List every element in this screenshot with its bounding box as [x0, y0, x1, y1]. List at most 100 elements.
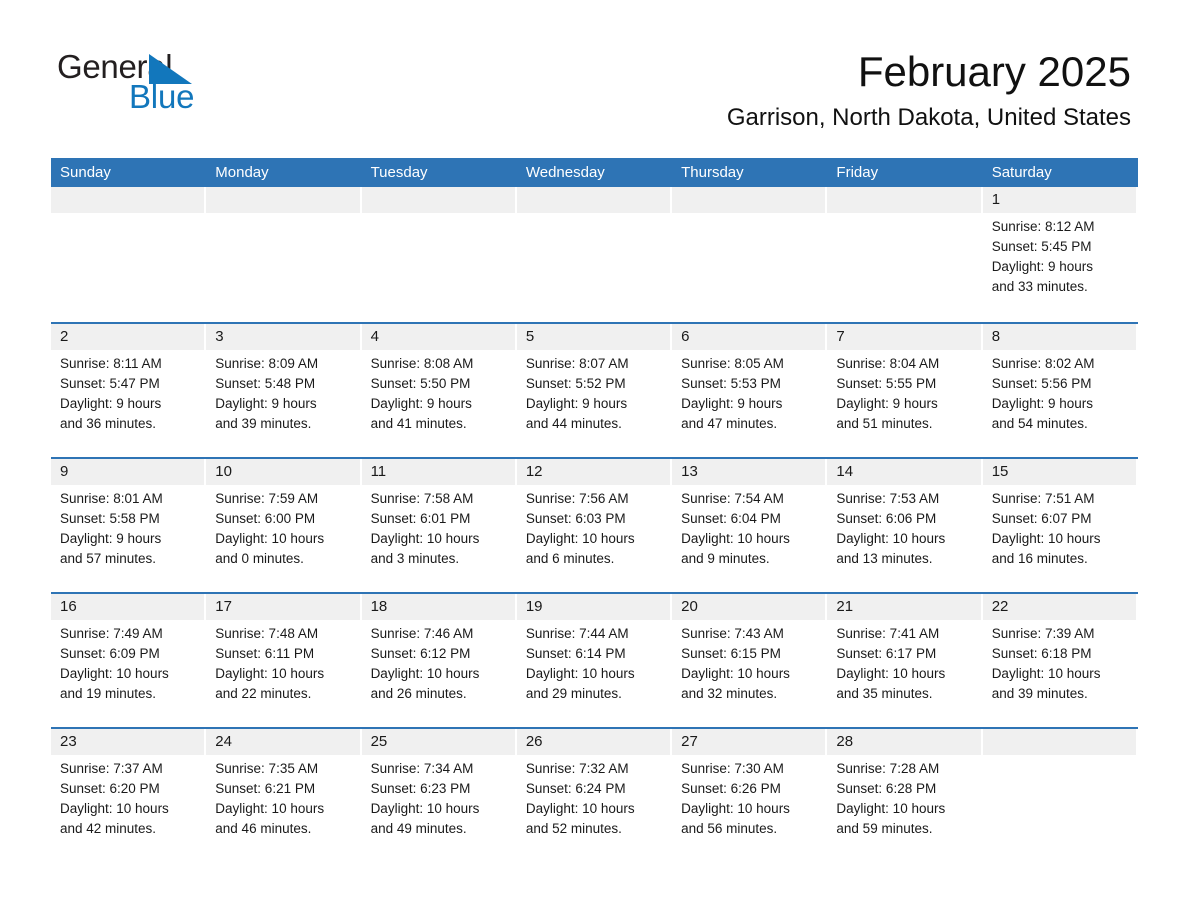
- calendar-day-cell[interactable]: 5 Sunrise: 8:07 AM Sunset: 5:52 PM Daylight…: [516, 324, 673, 457]
- day-number-band: [672, 187, 826, 213]
- day-number-band: [982, 729, 1136, 755]
- calendar-day-cell[interactable]: 18 Sunrise: 7:46 AM Sunset: 6:12 PM Dayligh…: [361, 594, 517, 727]
- calendar-day-cell[interactable]: 1 Sunrise: 8:12 AM Sunset: 5:45 PM Daylight…: [982, 187, 1138, 322]
- calendar-day-cell[interactable]: 2 Sunrise: 8:11 AM Sunset: 5:47 PM Daylight…: [51, 324, 207, 457]
- daylight-text-line1: Daylight: 10 hours: [836, 666, 946, 681]
- calendar-day-cell[interactable]: 11 Sunrise: 7:58 AM Sunset: 6:01 PM Dayligh…: [361, 459, 517, 592]
- day-sun-info: Sunrise: 7:49 AM Sunset: 6:09 PM Daylight:…: [51, 620, 206, 704]
- sunrise-text: Sunrise: 8:07 AM: [525, 356, 629, 371]
- sunset-text: Sunset: 6:04 PM: [681, 511, 781, 526]
- calendar-day-cell-empty: [982, 729, 1138, 862]
- calendar-day-cell[interactable]: 20 Sunrise: 7:43 AM Sunset: 6:15 PM Dayligh…: [672, 594, 828, 727]
- daylight-text-line2: and 59 minutes.: [836, 821, 933, 836]
- calendar-day-cell[interactable]: 13 Sunrise: 7:54 AM Sunset: 6:04 PM Dayligh…: [672, 459, 828, 592]
- day-number-band: 17: [206, 594, 360, 620]
- sunrise-text: Sunrise: 8:09 AM: [215, 356, 319, 371]
- calendar-day-cell[interactable]: 4 Sunrise: 8:08 AM Sunset: 5:50 PM Daylight…: [361, 324, 517, 457]
- day-sun-info: Sunrise: 8:01 AM Sunset: 5:58 PM Daylight:…: [51, 485, 206, 569]
- calendar-day-cell[interactable]: 19 Sunrise: 7:44 AM Sunset: 6:14 PM Dayligh…: [516, 594, 673, 727]
- calendar-day-cell[interactable]: 3 Sunrise: 8:09 AM Sunset: 5:48 PM Daylight…: [206, 324, 362, 457]
- daylight-text-line2: and 16 minutes.: [991, 551, 1088, 566]
- sunrise-text: Sunrise: 7:56 AM: [525, 491, 629, 506]
- day-number: 3: [215, 328, 224, 345]
- daylight-text-line1: Daylight: 9 hours: [991, 396, 1093, 411]
- title-block: February 2025 Garrison, North Dakota, Un…: [727, 48, 1131, 132]
- daylight-text-line1: Daylight: 10 hours: [370, 531, 480, 546]
- daylight-text-line2: and 26 minutes.: [370, 686, 467, 701]
- sunset-text: Sunset: 6:11 PM: [215, 646, 315, 661]
- page-title: February 2025: [857, 48, 1131, 95]
- day-sun-info: Sunrise: 7:58 AM Sunset: 6:01 PM Daylight:…: [362, 485, 517, 569]
- day-number-band: 26: [516, 729, 671, 755]
- sunrise-text: Sunrise: 7:43 AM: [681, 626, 784, 641]
- sunrise-text: Sunrise: 7:32 AM: [525, 761, 629, 776]
- daylight-text-line1: Daylight: 9 hours: [370, 396, 472, 411]
- day-sun-info: Sunrise: 8:11 AM Sunset: 5:47 PM Daylight:…: [51, 350, 206, 434]
- calendar-day-cell[interactable]: 23 Sunrise: 7:37 AM Sunset: 6:20 PM Dayligh…: [51, 729, 207, 862]
- calendar-day-cell[interactable]: 12 Sunrise: 7:56 AM Sunset: 6:03 PM Dayligh…: [516, 459, 673, 592]
- daylight-text-line2: and 32 minutes.: [681, 686, 778, 701]
- daylight-text-line2: and 51 minutes.: [836, 416, 933, 431]
- sunset-text: Sunset: 6:14 PM: [525, 646, 626, 661]
- calendar-day-cell[interactable]: 14 Sunrise: 7:53 AM Sunset: 6:06 PM Dayligh…: [827, 459, 983, 592]
- calendar-day-cell[interactable]: 7 Sunrise: 8:04 AM Sunset: 5:55 PM Daylight…: [827, 324, 983, 457]
- daylight-text-line1: Daylight: 10 hours: [681, 666, 790, 681]
- sunrise-text: Sunrise: 8:05 AM: [681, 356, 784, 371]
- daylight-text-line2: and 0 minutes.: [215, 551, 304, 566]
- day-number-band: [516, 187, 671, 213]
- daylight-text-line1: Daylight: 10 hours: [525, 666, 635, 681]
- day-sun-info: Sunrise: 7:32 AM Sunset: 6:24 PM Daylight:…: [517, 755, 672, 839]
- sunset-text: Sunset: 6:26 PM: [681, 781, 781, 796]
- daylight-text-line1: Daylight: 9 hours: [60, 531, 162, 546]
- calendar-day-cell[interactable]: 6 Sunrise: 8:05 AM Sunset: 5:53 PM Daylight…: [672, 324, 828, 457]
- calendar-day-cell[interactable]: 25 Sunrise: 7:34 AM Sunset: 6:23 PM Dayligh…: [361, 729, 517, 862]
- calendar-day-cell[interactable]: 26 Sunrise: 7:32 AM Sunset: 6:24 PM Dayligh…: [516, 729, 673, 862]
- calendar-day-cell[interactable]: 8 Sunrise: 8:02 AM Sunset: 5:56 PM Daylight…: [982, 324, 1138, 457]
- sunset-text: Sunset: 6:06 PM: [836, 511, 937, 526]
- day-number-band: 3: [206, 324, 360, 350]
- day-number-band: 19: [516, 594, 671, 620]
- daylight-text-line2: and 41 minutes.: [370, 416, 467, 431]
- daylight-text-line2: and 33 minutes.: [991, 279, 1088, 294]
- calendar-day-cell[interactable]: 15 Sunrise: 7:51 AM Sunset: 6:07 PM Dayligh…: [982, 459, 1138, 592]
- day-number-band: 14: [827, 459, 981, 485]
- day-number-band: 16: [51, 594, 205, 620]
- calendar-day-cell[interactable]: 27 Sunrise: 7:30 AM Sunset: 6:26 PM Dayligh…: [672, 729, 828, 862]
- weekday-header-saturday: Saturday: [991, 164, 1052, 181]
- calendar-day-cell[interactable]: 21 Sunrise: 7:41 AM Sunset: 6:17 PM Dayligh…: [827, 594, 983, 727]
- daylight-text-line1: Daylight: 9 hours: [215, 396, 317, 411]
- day-number: 11: [370, 463, 387, 480]
- day-number: 17: [215, 598, 232, 615]
- calendar-day-cell-empty: [516, 187, 673, 322]
- calendar-day-cell[interactable]: 10 Sunrise: 7:59 AM Sunset: 6:00 PM Dayligh…: [206, 459, 362, 592]
- daylight-text-line2: and 29 minutes.: [525, 686, 622, 701]
- day-number-band: 9: [51, 459, 205, 485]
- daylight-text-line2: and 54 minutes.: [991, 416, 1088, 431]
- sunset-text: Sunset: 6:03 PM: [525, 511, 626, 526]
- weekday-header-friday: Friday: [836, 164, 879, 181]
- sunset-text: Sunset: 5:56 PM: [991, 376, 1092, 391]
- general-blue-logo: General Blue: [57, 50, 287, 120]
- calendar-day-cell[interactable]: 16 Sunrise: 7:49 AM Sunset: 6:09 PM Dayligh…: [51, 594, 207, 727]
- calendar-day-cell[interactable]: 9 Sunrise: 8:01 AM Sunset: 5:58 PM Daylight…: [51, 459, 207, 592]
- sunrise-text: Sunrise: 7:58 AM: [370, 491, 474, 506]
- day-number-band: 13: [672, 459, 826, 485]
- day-sun-info: Sunrise: 8:04 AM Sunset: 5:55 PM Daylight:…: [827, 350, 982, 434]
- daylight-text-line1: Daylight: 10 hours: [991, 531, 1101, 546]
- calendar-week-row: 1 Sunrise: 8:12 AM Sunset: 5:45 PM Daylight…: [51, 187, 1138, 322]
- calendar-day-cell[interactable]: 17 Sunrise: 7:48 AM Sunset: 6:11 PM Dayligh…: [206, 594, 362, 727]
- sunrise-text: Sunrise: 8:11 AM: [60, 356, 162, 371]
- sunrise-text: Sunrise: 7:35 AM: [215, 761, 319, 776]
- day-number-band: 18: [361, 594, 515, 620]
- daylight-text-line1: Daylight: 10 hours: [681, 801, 790, 816]
- day-number-band: 10: [206, 459, 360, 485]
- day-number: 14: [836, 463, 854, 480]
- calendar-week-row: 9 Sunrise: 8:01 AM Sunset: 5:58 PM Daylight…: [51, 457, 1138, 592]
- calendar-day-cell[interactable]: 28 Sunrise: 7:28 AM Sunset: 6:28 PM Dayligh…: [827, 729, 983, 862]
- sunset-text: Sunset: 6:12 PM: [370, 646, 471, 661]
- calendar-day-cell[interactable]: 24 Sunrise: 7:35 AM Sunset: 6:21 PM Dayligh…: [206, 729, 362, 862]
- calendar-day-cell[interactable]: 22 Sunrise: 7:39 AM Sunset: 6:18 PM Dayligh…: [982, 594, 1138, 727]
- day-number: 7: [836, 328, 845, 345]
- daylight-text-line1: Daylight: 10 hours: [60, 801, 169, 816]
- day-number: 6: [681, 328, 690, 345]
